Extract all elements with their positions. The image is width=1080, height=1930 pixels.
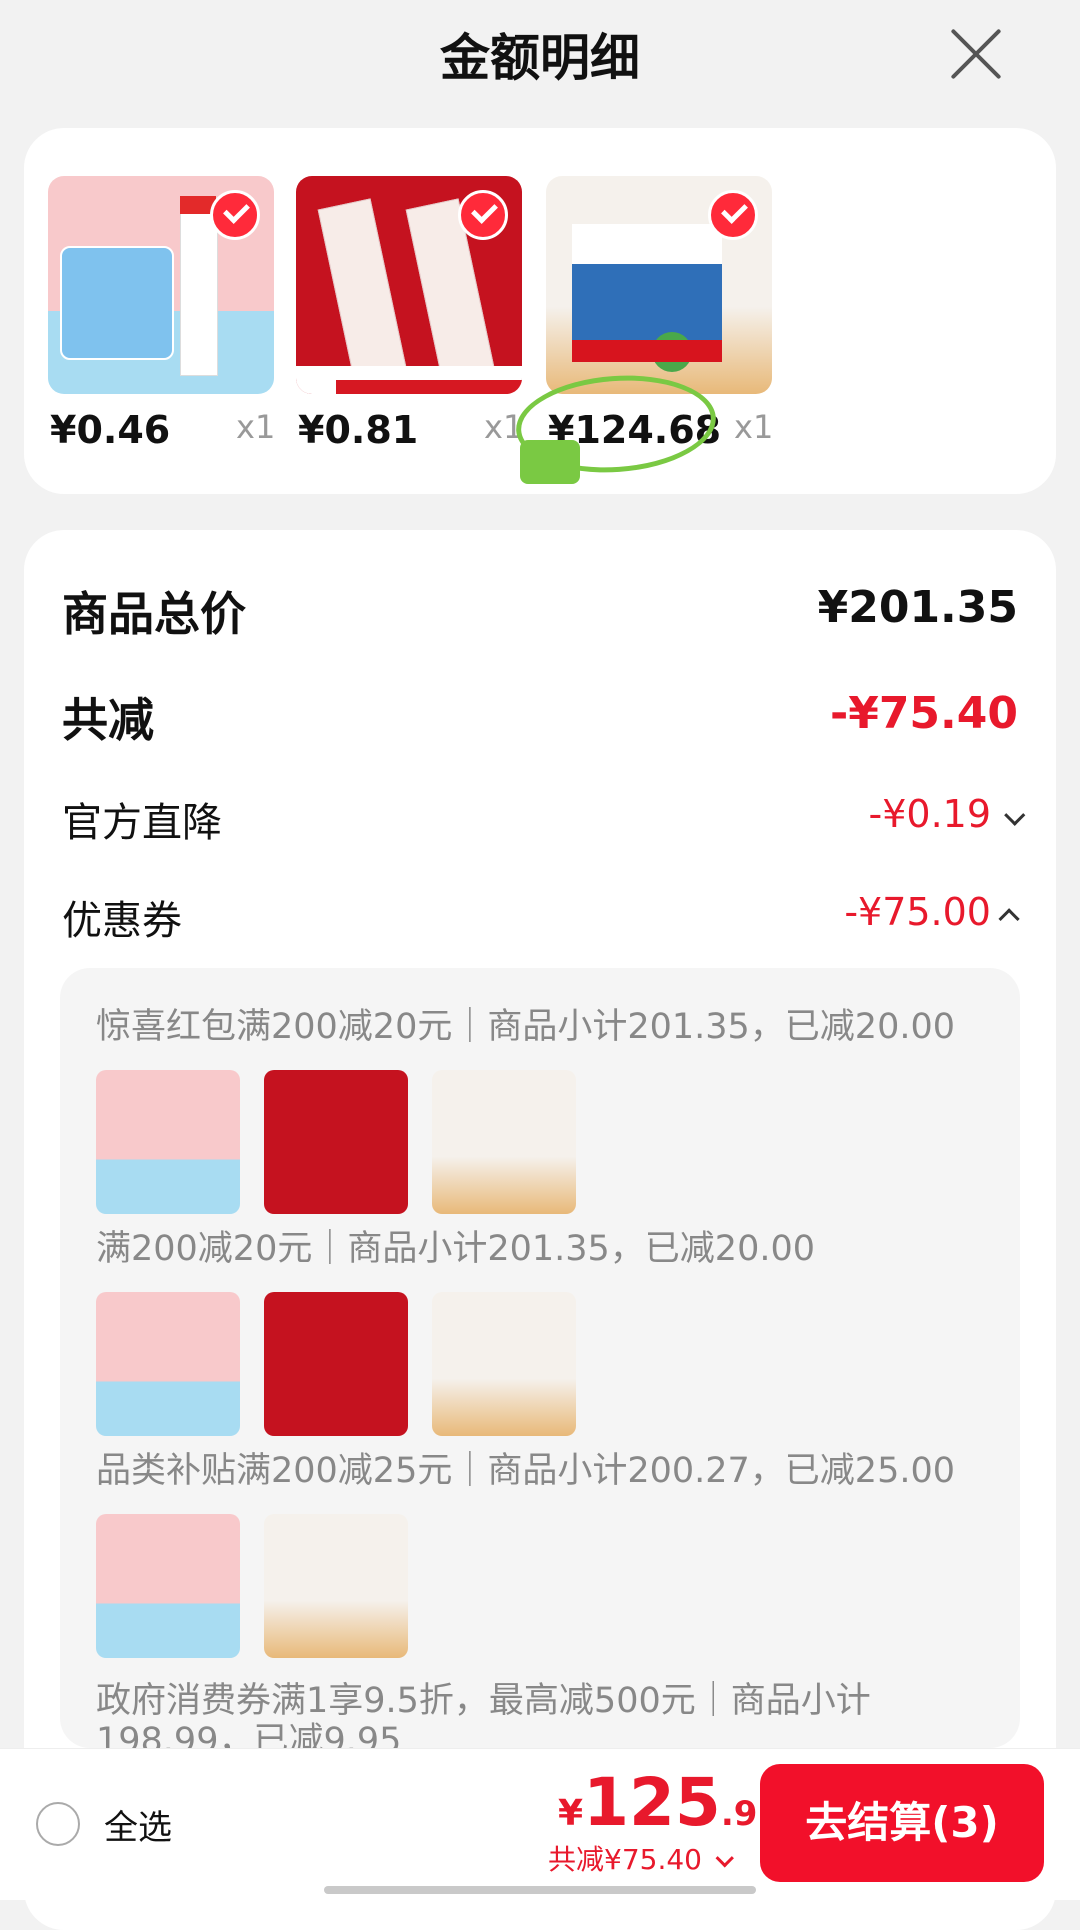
official-discount-label: 官方直降	[62, 800, 222, 846]
coupon-label: 优惠券	[62, 898, 182, 944]
coupon-desc: 品类补贴满200减25元｜商品小计200.27，已减25.00	[96, 1451, 956, 1491]
deal-badge-icon	[520, 440, 580, 484]
header: 金额明细	[0, 0, 1080, 110]
coupon-row[interactable]: -¥75.00	[844, 890, 1020, 934]
board-game-thumbnail	[432, 1292, 576, 1436]
ruler-pink-product-image	[48, 176, 274, 394]
total-price: ¥125.95	[558, 1764, 782, 1841]
select-all-radio[interactable]	[36, 1802, 80, 1846]
checked-icon[interactable]	[210, 190, 260, 240]
product-price: ¥0.46	[50, 408, 171, 452]
discount-label: 共减	[62, 693, 154, 747]
checked-icon[interactable]	[458, 190, 508, 240]
home-indicator[interactable]	[324, 1886, 756, 1894]
product-price: ¥0.81	[298, 408, 419, 452]
product-item[interactable]: ¥124.68 x1	[546, 176, 773, 452]
total-label: 商品总价	[62, 587, 246, 641]
product-item[interactable]: ¥0.81 x1	[296, 176, 523, 452]
coupon-desc: 惊喜红包满200减20元｜商品小计201.35，已减20.00	[96, 1007, 956, 1047]
discount-value: -¥75.40	[829, 688, 1018, 739]
ruler-red-thumbnail	[264, 1292, 408, 1436]
board-game-thumbnail	[264, 1514, 408, 1658]
total-value: ¥201.35	[817, 582, 1018, 633]
page-title: 金额明细	[440, 29, 640, 87]
close-icon[interactable]	[948, 26, 1004, 82]
select-all-label[interactable]: 全选	[104, 1800, 172, 1849]
checkout-button[interactable]: 去结算(3)	[760, 1764, 1044, 1882]
official-discount-value: -¥0.19	[868, 792, 992, 836]
ruler-red-product-image	[296, 176, 522, 394]
ruler-pink-thumbnail	[96, 1070, 240, 1214]
coupon-desc: 满200减20元｜商品小计201.35，已减20.00	[96, 1229, 816, 1269]
coupon-detail-panel: 惊喜红包满200减20元｜商品小计201.35，已减20.00 满200减20元…	[60, 968, 1020, 1748]
coupon-value: -¥75.00	[844, 890, 991, 934]
product-qty: x1	[734, 408, 774, 446]
product-item[interactable]: ¥0.46 x1	[48, 176, 275, 452]
checked-icon[interactable]	[708, 190, 758, 240]
board-game-product-image	[546, 176, 772, 394]
official-discount-row[interactable]: -¥0.19	[868, 792, 1026, 836]
ruler-pink-thumbnail	[96, 1292, 240, 1436]
ruler-red-thumbnail	[264, 1070, 408, 1214]
total-discount-toggle[interactable]: 共减¥75.40	[548, 1838, 734, 1878]
board-game-thumbnail	[432, 1070, 576, 1214]
ruler-pink-thumbnail	[96, 1514, 240, 1658]
chevron-up-icon	[998, 908, 1020, 930]
product-qty: x1	[236, 408, 276, 446]
total-discount-text: 共减¥75.40	[548, 1843, 702, 1876]
